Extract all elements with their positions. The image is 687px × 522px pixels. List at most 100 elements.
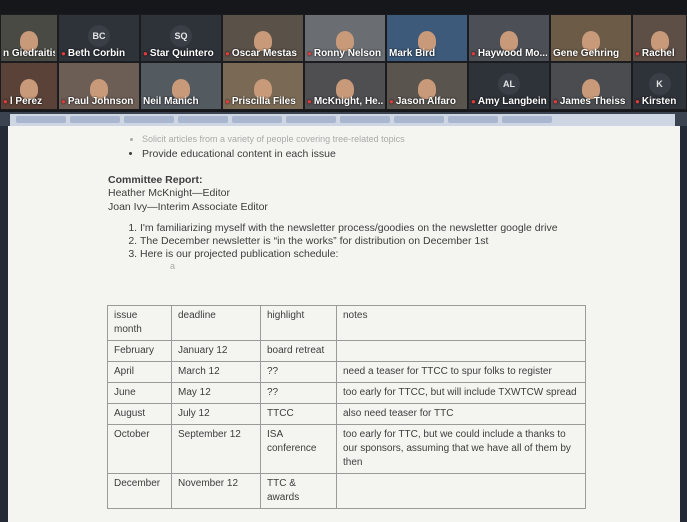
browser-tab[interactable]	[394, 116, 444, 123]
header-cell: highlight	[260, 305, 337, 341]
participant-name-text: James Theiss	[559, 96, 626, 107]
table-cell: February	[107, 340, 172, 362]
browser-tab[interactable]	[340, 116, 390, 123]
participant-name-text: Haywood Mo...	[477, 48, 547, 59]
participant-tile[interactable]: Gene Gehring	[550, 14, 632, 62]
participant-name-text: Priscilla Files	[231, 96, 296, 107]
table-cell: need a teaser for TTCC to spur folks to …	[336, 361, 586, 383]
participant-name: Gene Gehring	[553, 48, 629, 59]
table-cell: ISA conference	[260, 424, 337, 474]
muted-mic-icon: ●	[225, 49, 230, 58]
section-title: Committee Report:	[108, 174, 203, 186]
participant-name-text: Star Quintero	[149, 48, 214, 59]
list-item: Here is our projected publication schedu…	[140, 248, 668, 261]
table-cell: January 12	[171, 340, 261, 362]
header-cell: issue month	[107, 305, 172, 341]
video-gallery: n Giedraitis BC ● Beth Corbin SQ ● Star Quinte…	[0, 0, 687, 112]
participant-name: ● Kirsten	[635, 96, 684, 107]
participant-tile[interactable]: ● Ronny Nelson	[304, 14, 386, 62]
participant-name: ● Oscar Mestas	[225, 48, 301, 59]
table-cell: too early for TTCC, but will include TXW…	[336, 382, 586, 404]
muted-mic-icon: ●	[61, 49, 66, 58]
browser-tab[interactable]	[286, 116, 336, 123]
participant-name: ● l Perez	[3, 96, 55, 107]
participant-tile[interactable]: ● Priscilla Files	[222, 62, 304, 110]
list-item: I'm familiarizing myself with the newsle…	[140, 222, 668, 235]
muted-mic-icon: ●	[471, 97, 476, 106]
muted-mic-icon: ●	[307, 49, 312, 58]
table-marker: a	[170, 261, 176, 271]
participant-tile[interactable]: K ● Kirsten	[632, 62, 687, 110]
participant-name-text: Amy Langbein	[477, 96, 547, 107]
participant-name: ● Beth Corbin	[61, 48, 137, 59]
screen-left-border	[0, 126, 8, 522]
table-header-row: issue month deadline highlight notes	[107, 305, 586, 341]
muted-mic-icon: ●	[389, 97, 394, 106]
participant-name-text: Jason Alfaro	[395, 96, 457, 107]
participant-name-text: Rachel	[641, 48, 675, 59]
participant-tile[interactable]: n Giedraitis	[0, 14, 58, 62]
muted-mic-icon: ●	[307, 97, 312, 106]
participant-initials: BC	[88, 25, 110, 47]
participant-tile[interactable]: ● l Perez	[0, 62, 58, 110]
participant-name-text: Ronny Nelson	[313, 48, 382, 59]
participant-tile[interactable]: ● Jason Alfaro	[386, 62, 468, 110]
table-cell: board retreat	[260, 340, 337, 362]
table-cell: June	[107, 382, 172, 404]
muted-mic-icon: ●	[225, 97, 230, 106]
bullet-item: Provide educational content in each issu…	[142, 147, 668, 162]
table-cell	[336, 340, 586, 362]
participant-name: ● Amy Langbein	[471, 96, 547, 107]
participant-name-text: Oscar Mestas	[231, 48, 297, 59]
participant-tile[interactable]: ● McKnight, He...	[304, 62, 386, 110]
participant-tile[interactable]: BC ● Beth Corbin	[58, 14, 140, 62]
participant-tile[interactable]: Neil Manich	[140, 62, 222, 110]
participant-name-text: n Giedraitis	[3, 48, 55, 59]
table-cell: too early for TTC, but we could include …	[336, 424, 586, 474]
table-cell: TTCC	[260, 403, 337, 425]
table-row: February January 12 board retreat	[107, 340, 586, 362]
participant-initials: AL	[498, 73, 520, 95]
participant-tile[interactable]: ● Paul Johnson	[58, 62, 140, 110]
participant-name: ● Jason Alfaro	[389, 96, 465, 107]
participant-tile[interactable]: AL ● Amy Langbein	[468, 62, 550, 110]
table-row: June May 12 ?? too early for TTCC, but w…	[107, 382, 586, 404]
participant-tile[interactable]: ● James Theiss	[550, 62, 632, 110]
participant-name: Neil Manich	[143, 96, 219, 107]
table-row: April March 12 ?? need a teaser for TTCC…	[107, 361, 586, 383]
browser-tab[interactable]	[124, 116, 174, 123]
browser-tab[interactable]	[16, 116, 66, 123]
table-cell: October	[107, 424, 172, 474]
shared-screen: Solicit articles from a variety of peopl…	[0, 112, 687, 522]
participant-tile[interactable]: ● Haywood Mo...	[468, 14, 550, 62]
muted-mic-icon: ●	[635, 49, 640, 58]
participant-name: ● Rachel	[635, 48, 684, 59]
participant-initials: K	[648, 73, 671, 95]
bullet-list: Solicit articles from a variety of peopl…	[108, 132, 668, 162]
participant-name: Mark Bird	[389, 48, 465, 59]
participant-tile[interactable]: ● Oscar Mestas	[222, 14, 304, 62]
participant-name: ● Star Quintero	[143, 48, 219, 59]
cut-off-bullet: Solicit articles from a variety of peopl…	[142, 132, 668, 147]
participant-name-text: Beth Corbin	[67, 48, 126, 59]
table-cell: December	[107, 473, 172, 509]
participant-name-text: Neil Manich	[143, 96, 199, 107]
table-row: December November 12 TTC & awards	[107, 473, 586, 509]
browser-tab[interactable]	[70, 116, 120, 123]
muted-mic-icon: ●	[553, 97, 558, 106]
table-cell: March 12	[171, 361, 261, 383]
participant-tile[interactable]: Mark Bird	[386, 14, 468, 62]
browser-tab[interactable]	[502, 116, 552, 123]
document-page[interactable]: Solicit articles from a variety of peopl…	[8, 126, 680, 522]
table-cell: November 12	[171, 473, 261, 509]
participant-tile[interactable]: ● Rachel	[632, 14, 687, 62]
header-cell: notes	[336, 305, 586, 341]
participant-tile[interactable]: SQ ● Star Quintero	[140, 14, 222, 62]
participant-name-text: l Perez	[9, 96, 43, 107]
browser-tab-strip	[10, 114, 675, 126]
browser-tab[interactable]	[178, 116, 228, 123]
browser-tab[interactable]	[448, 116, 498, 123]
participant-name-text: Kirsten	[641, 96, 677, 107]
browser-tab[interactable]	[232, 116, 282, 123]
schedule-table: issue month deadline highlight notes Feb…	[107, 305, 586, 509]
